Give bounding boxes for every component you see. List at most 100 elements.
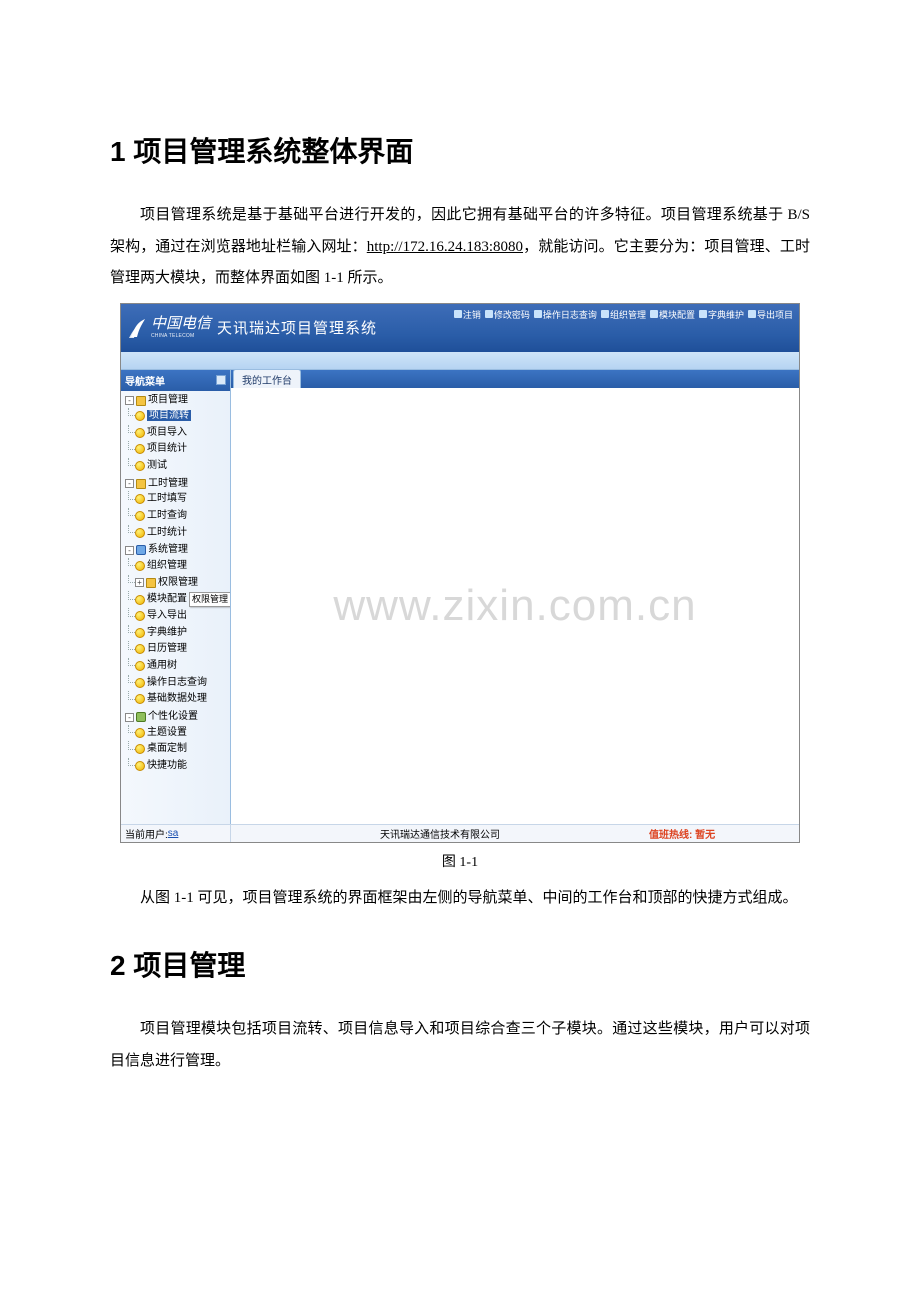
node-label: 项目流转 — [147, 410, 191, 421]
tree-node-theme[interactable]: 主题设置 — [135, 725, 230, 742]
link-label: 注销 — [463, 308, 481, 321]
tree-node-basedata[interactable]: 基础数据处理 — [135, 691, 230, 708]
node-label: 主题设置 — [147, 727, 187, 738]
status-bar: 当前用户: sa 天讯瑞达通信技术有限公司 值班热线: 暂无 — [121, 824, 799, 842]
tree-node-perm[interactable]: + 权限管理 — [135, 575, 230, 592]
link-label: 操作日志查询 — [543, 308, 597, 321]
tree-node-tree[interactable]: 通用树 — [135, 658, 230, 675]
person-icon — [136, 712, 146, 722]
header-quick-links: 注销 修改密码 操作日志查询 组织管理 模块配置 字典维护 导出项目 — [454, 308, 793, 321]
expand-icon[interactable]: + — [135, 578, 144, 587]
node-label: 个性化设置 — [148, 711, 198, 722]
brand-cn: 中国电信 — [151, 316, 211, 332]
tree-node-test[interactable]: 测试 — [135, 458, 230, 475]
node-label: 工时填写 — [147, 493, 187, 504]
system-icon — [136, 545, 146, 555]
leaf-icon — [135, 644, 145, 654]
tree-node-workhour-manage[interactable]: -工时管理 工时填写 工时查询 工时统计 — [125, 476, 230, 543]
link-icon — [454, 310, 462, 318]
tree-node-desktop[interactable]: 桌面定制 — [135, 741, 230, 758]
nav-tree: -项目管理 项目流转 项目导入 项目统计 测试 -工时管理 工时填写 — [121, 391, 230, 824]
status-hotline-label: 值班热线: — [649, 830, 692, 841]
section2-paragraph: 项目管理模块包括项目流转、项目信息导入和项目综合查三个子模块。通过这些模块，用户… — [110, 1014, 810, 1077]
node-label: 字典维护 — [147, 627, 187, 638]
link-change-pwd[interactable]: 修改密码 — [485, 308, 530, 321]
tree-node-personalization[interactable]: - 个性化设置 主题设置 桌面定制 快捷功能 — [125, 709, 230, 776]
figure-caption-1-1: 图 1-1 — [110, 851, 810, 871]
link-icon — [699, 310, 707, 318]
tree-node-org[interactable]: 组织管理 — [135, 558, 230, 575]
status-company: 天讯瑞达通信技术有限公司 — [231, 826, 649, 841]
link-icon — [650, 310, 658, 318]
app-title: 天讯瑞达项目管理系统 — [217, 317, 377, 338]
tree-node-io[interactable]: 导入导出 — [135, 608, 230, 625]
heading-2: 2 项目管理 — [110, 944, 810, 984]
link-export-proj[interactable]: 导出项目 — [748, 308, 793, 321]
tree-node-project-import[interactable]: 项目导入 — [135, 425, 230, 442]
link-op-log[interactable]: 操作日志查询 — [534, 308, 597, 321]
brand-block: 中国电信 CHINA TELECOM 天讯瑞达项目管理系统 — [127, 317, 377, 339]
link-label: 导出项目 — [757, 308, 793, 321]
folder-icon — [146, 578, 156, 588]
link-label: 字典维护 — [708, 308, 744, 321]
watermark-text: www.zixin.com.cn — [333, 581, 696, 631]
node-label: 组织管理 — [147, 560, 187, 571]
china-telecom-logo-icon — [127, 317, 147, 339]
folder-icon — [136, 396, 146, 406]
link-label: 模块配置 — [659, 308, 695, 321]
link-label: 组织管理 — [610, 308, 646, 321]
tree-node-module[interactable]: 模块配置权限管理 — [135, 591, 230, 608]
node-label: 通用树 — [147, 660, 177, 671]
node-label: 操作日志查询 — [147, 677, 207, 688]
tab-workbench[interactable]: 我的工作台 — [233, 369, 301, 389]
leaf-icon — [135, 694, 145, 704]
status-hotline: 值班热线: 暂无 — [649, 826, 799, 841]
tree-node-log[interactable]: 操作日志查询 — [135, 675, 230, 692]
status-user-link[interactable]: sa — [168, 828, 179, 839]
leaf-icon — [135, 595, 145, 605]
tree-node-wh-fill[interactable]: 工时填写 — [135, 491, 230, 508]
tree-node-quick[interactable]: 快捷功能 — [135, 758, 230, 775]
heading-1: 1 项目管理系统整体界面 — [110, 130, 810, 170]
leaf-icon — [135, 444, 145, 454]
link-logout[interactable]: 注销 — [454, 308, 481, 321]
system-url[interactable]: http://172.16.24.183:8080 — [367, 239, 523, 255]
tree-node-calendar[interactable]: 日历管理 — [135, 641, 230, 658]
leaf-icon — [135, 561, 145, 571]
tree-node-project-stat[interactable]: 项目统计 — [135, 441, 230, 458]
link-icon — [601, 310, 609, 318]
leaf-icon — [135, 728, 145, 738]
tree-node-wh-stat[interactable]: 工时统计 — [135, 525, 230, 542]
status-current-user: 当前用户: sa — [121, 825, 231, 842]
expand-icon[interactable]: - — [125, 479, 134, 488]
app-body: 导航菜单 -项目管理 项目流转 项目导入 项目统计 测试 — [121, 370, 799, 824]
leaf-icon — [135, 744, 145, 754]
node-label: 工时查询 — [147, 510, 187, 521]
expand-icon[interactable]: - — [125, 713, 134, 722]
brand-en: CHINA TELECOM — [151, 333, 211, 339]
node-label: 导入导出 — [147, 610, 187, 621]
leaf-icon — [135, 611, 145, 621]
link-dict-maintain[interactable]: 字典维护 — [699, 308, 744, 321]
leaf-icon — [135, 761, 145, 771]
tree-node-dict[interactable]: 字典维护 — [135, 625, 230, 642]
link-icon — [485, 310, 493, 318]
expand-icon[interactable]: - — [125, 546, 134, 555]
leaf-icon — [135, 428, 145, 438]
link-module-config[interactable]: 模块配置 — [650, 308, 695, 321]
brand-text: 中国电信 CHINA TELECOM — [151, 317, 211, 339]
node-label: 日历管理 — [147, 643, 187, 654]
expand-icon[interactable]: - — [125, 396, 134, 405]
leaf-icon — [135, 678, 145, 688]
sidebar-collapse-button[interactable] — [216, 375, 226, 385]
tree-node-project-manage[interactable]: - 项目管理 项目流转 项目导入 项目统计 测试 — [125, 393, 230, 476]
link-org-manage[interactable]: 组织管理 — [601, 308, 646, 321]
leaf-icon — [135, 661, 145, 671]
tree-node-system-manage[interactable]: -系统管理 组织管理 +权限管理 模块配置权限管理 导入导出 字典维护 日历管理… — [125, 542, 230, 709]
node-label: 项目导入 — [147, 427, 187, 438]
tree-node-project-flow[interactable]: 项目流转 — [135, 408, 230, 425]
node-label: 项目管理 — [148, 395, 188, 406]
node-label: 权限管理 — [158, 577, 198, 588]
node-label: 项目统计 — [147, 443, 187, 454]
tree-node-wh-query[interactable]: 工时查询 — [135, 508, 230, 525]
